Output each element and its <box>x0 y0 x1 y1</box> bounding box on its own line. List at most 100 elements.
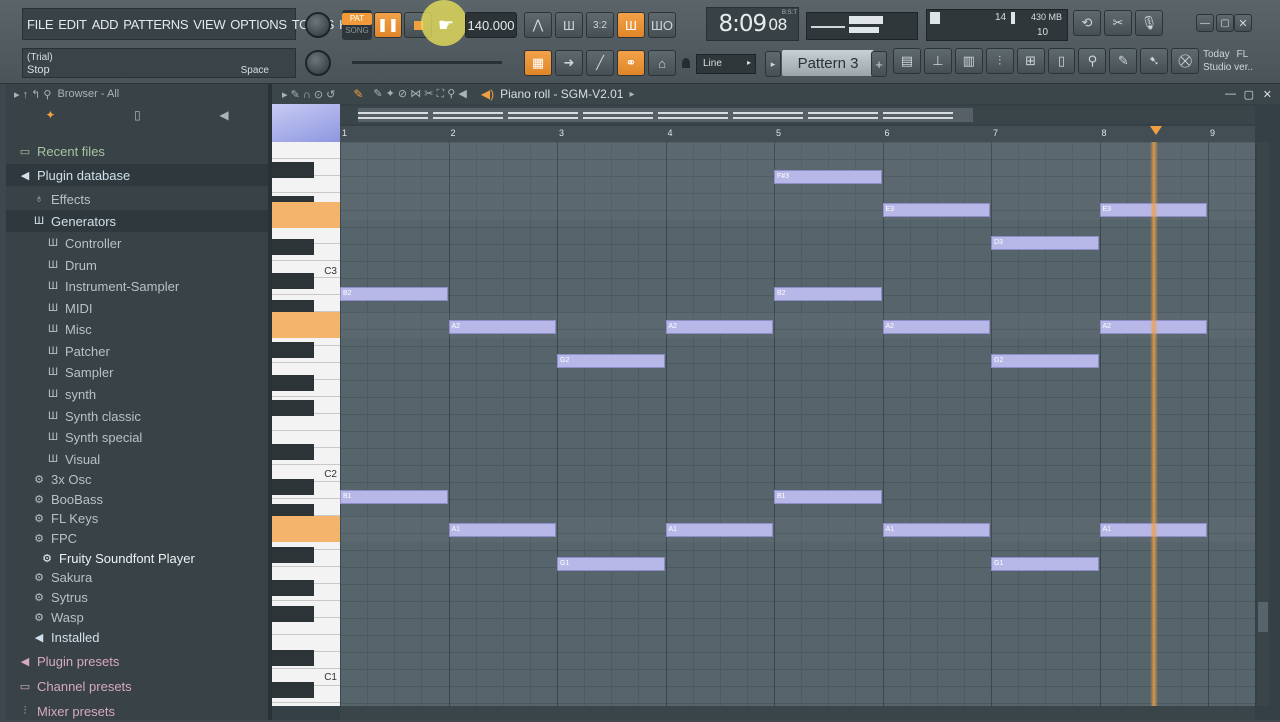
browser-icon[interactable]: ▯ <box>1047 48 1076 74</box>
browser-item-visual[interactable]: Ш Visual <box>6 448 268 470</box>
browser-snap-icon[interactable]: ✦ <box>45 108 55 122</box>
black-key[interactable] <box>272 375 314 391</box>
highlighted-key[interactable] <box>272 312 340 338</box>
metronome-icon[interactable]: ⋀ <box>524 12 552 38</box>
note-a2[interactable]: A2 <box>665 320 773 334</box>
playlist-icon[interactable]: ▤ <box>893 48 921 74</box>
highlighted-key[interactable] <box>272 202 340 228</box>
browser-item-controller[interactable]: Ш Controller <box>6 232 268 254</box>
vertical-scrollbar[interactable] <box>1257 142 1269 706</box>
note-a1[interactable]: A1 <box>882 523 990 537</box>
browser-item-synth-special[interactable]: Ш Synth special <box>6 426 268 448</box>
timeline-ruler[interactable]: 1 2 3 4 5 6 7 8 9 <box>340 126 1255 142</box>
arrow-right-icon[interactable]: ➜ <box>555 50 583 76</box>
black-key[interactable] <box>272 650 314 666</box>
pattern-selector[interactable]: Pattern 3 <box>782 50 874 76</box>
master-pitch-knob[interactable] <box>305 50 331 76</box>
black-key[interactable] <box>272 547 314 563</box>
piano-keyboard[interactable]: C3 C2 C1 <box>272 142 340 706</box>
note-b2[interactable]: B2 <box>340 287 448 301</box>
plugin-picker-icon[interactable]: ⊞ <box>1016 48 1045 74</box>
news-panel[interactable]: Today FL Studio ver.. <box>1203 48 1263 78</box>
black-key[interactable] <box>272 400 314 416</box>
playhead-marker[interactable] <box>1149 126 1162 135</box>
speaker-icon[interactable]: ◀) <box>481 87 494 101</box>
pencil-icon[interactable]: ✎ <box>353 87 363 101</box>
play-button[interactable]: ❚❚ <box>374 12 402 38</box>
menu-edit[interactable]: EDIT <box>58 17 87 32</box>
countdown-icon[interactable]: 3:2 <box>586 12 614 38</box>
piano-roll-tools[interactable]: ▸ ✎ ∩ ⊙ ↺ <box>282 88 335 101</box>
browser-item-effects[interactable]: ♁ Effects <box>6 188 268 210</box>
note-b1[interactable]: B1 <box>340 490 448 504</box>
edit-tools[interactable]: ✎ ✦ ⊘ ⋈ ✂ ⛶ ⚲ ◀ <box>373 87 466 101</box>
black-key[interactable] <box>272 342 314 358</box>
black-key[interactable] <box>272 444 314 460</box>
note-g1[interactable]: G1 <box>557 557 665 571</box>
piano-roll-corner[interactable] <box>272 104 340 142</box>
browser-item-plugin-database[interactable]: ◀ Plugin database <box>6 164 268 186</box>
pr-minimize-icon[interactable]: — <box>1225 88 1236 100</box>
note-a2[interactable]: A2 <box>882 320 990 334</box>
browser-nav-icon[interactable]: ▸ ↑ ↰ ⚲ <box>14 88 51 101</box>
link-icon[interactable]: ⚭ <box>617 50 645 76</box>
bell-icon[interactable]: ⌂ <box>648 50 676 76</box>
note-g2[interactable]: G2 <box>557 354 665 368</box>
browser-item-misc[interactable]: Ш Misc <box>6 318 268 340</box>
browser-item-wasp[interactable]: ⚙ Wasp <box>6 606 268 628</box>
loop-record-icon[interactable]: ШО <box>648 12 676 38</box>
browser-item-channel-presets[interactable]: ▭ Channel presets <box>6 675 268 697</box>
add-pattern-icon[interactable]: + <box>871 51 887 77</box>
overview-strip[interactable] <box>340 106 1255 124</box>
black-key[interactable] <box>272 682 314 698</box>
cut-icon[interactable]: ✂ <box>1104 10 1132 36</box>
browser-file-icon[interactable]: ▯ <box>134 108 141 122</box>
note-g2[interactable]: G2 <box>991 354 1099 368</box>
typing-keyboard-icon[interactable]: ▦ <box>524 50 552 76</box>
master-volume-knob[interactable] <box>305 12 331 38</box>
browser-item-synth[interactable]: Шsynth <box>6 383 268 405</box>
browser-item-recent-files[interactable]: ▭ Recent files <box>6 140 268 162</box>
browser-speaker-icon[interactable]: ◀ <box>219 108 228 122</box>
wait-input-icon[interactable]: Ш <box>555 12 583 38</box>
browser-item-drum[interactable]: Ш Drum <box>6 254 268 276</box>
black-key[interactable] <box>272 239 314 255</box>
tempo-tapper-icon[interactable]: ✎ <box>1109 48 1138 74</box>
browser-item-sakura[interactable]: ⚙ Sakura <box>6 566 268 588</box>
browser-item-fpc[interactable]: ⚙ FPC <box>6 527 268 549</box>
browser-item-mixer-presets[interactable]: ⫶ Mixer presets <box>6 700 268 722</box>
note-a1[interactable]: A1 <box>665 523 773 537</box>
pattern-prev-icon[interactable]: ▸ <box>765 51 781 77</box>
menu-add[interactable]: ADD <box>92 17 119 32</box>
browser-item-midi[interactable]: Ш MIDI <box>6 297 268 319</box>
browser-item-sampler[interactable]: Ш Sampler <box>6 361 268 383</box>
browser-item-synth-classic[interactable]: Ш Synth classic <box>6 405 268 427</box>
vertical-scroll-thumb[interactable] <box>1258 602 1268 632</box>
browser-item-sytrus[interactable]: ⚙ Sytrus <box>6 586 268 608</box>
plugin-icon[interactable]: ⚲ <box>1078 48 1107 74</box>
note-b1[interactable]: B1 <box>774 490 882 504</box>
browser-item-patcher[interactable]: Ш Patcher <box>6 340 268 362</box>
close-icon[interactable]: ✕ <box>1234 14 1252 32</box>
menu-patterns[interactable]: PATTERNS <box>123 17 188 32</box>
bottom-scrollbar[interactable] <box>340 706 1255 720</box>
shop-icon[interactable]: ⛒ <box>1171 48 1200 74</box>
note-a1[interactable]: A1 <box>448 523 556 537</box>
mic-icon[interactable]: 🎙 <box>1135 10 1163 36</box>
minimize-icon[interactable]: — <box>1196 14 1214 32</box>
pr-close-icon[interactable]: ✕ <box>1263 88 1272 101</box>
pr-restore-icon[interactable]: ▢ <box>1244 88 1254 101</box>
note-a2[interactable]: A2 <box>448 320 556 334</box>
browser-item-instrument-sampler[interactable]: Ш Instrument-Sampler <box>6 275 268 297</box>
black-key[interactable] <box>272 273 314 289</box>
snap-selector[interactable]: Line ▸ <box>696 54 756 74</box>
black-key[interactable] <box>272 606 314 622</box>
menu-file[interactable]: FILE <box>27 17 54 32</box>
highlighted-key[interactable] <box>272 516 340 542</box>
draw-icon[interactable]: ╱ <box>586 50 614 76</box>
piano-roll-icon[interactable]: ⊥ <box>923 48 952 74</box>
menu-options[interactable]: OPTIONS <box>230 17 287 32</box>
black-key[interactable] <box>272 479 314 495</box>
menu-view[interactable]: VIEW <box>193 17 225 32</box>
position-slider[interactable] <box>352 61 502 64</box>
